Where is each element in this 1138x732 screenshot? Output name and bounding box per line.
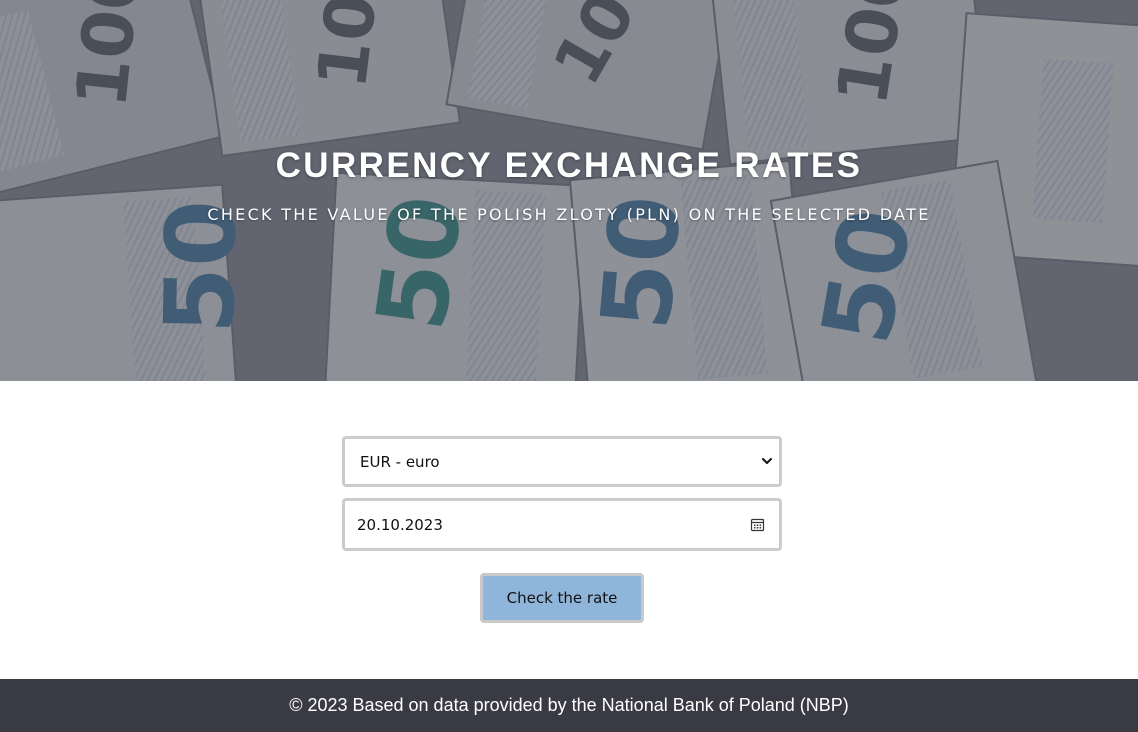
footer: © 2023 Based on data provided by the Nat…: [0, 679, 1138, 732]
currency-select[interactable]: EUR - euro: [342, 436, 782, 487]
currency-select-value: EUR - euro: [360, 453, 440, 471]
hero-dark-overlay: [0, 0, 1138, 381]
calendar-icon[interactable]: [750, 517, 765, 532]
footer-credit: © 2023 Based on data provided by the Nat…: [289, 695, 849, 715]
hero-banner: 100 100 100 100 50 50 50 50 CURRENCY EXC…: [0, 0, 1138, 381]
date-input-value: 20.10.2023: [357, 516, 443, 534]
page-title: CURRENCY EXCHANGE RATES: [275, 146, 863, 185]
date-input[interactable]: 20.10.2023: [342, 498, 782, 551]
check-rate-button[interactable]: Check the rate: [480, 573, 644, 623]
rate-form: EUR - euro 20.10.2023 Check the rate: [0, 381, 1138, 679]
page-subtitle: CHECK THE VALUE OF THE POLISH ZLOTY (PLN…: [207, 205, 931, 224]
chevron-down-icon: [762, 458, 772, 464]
